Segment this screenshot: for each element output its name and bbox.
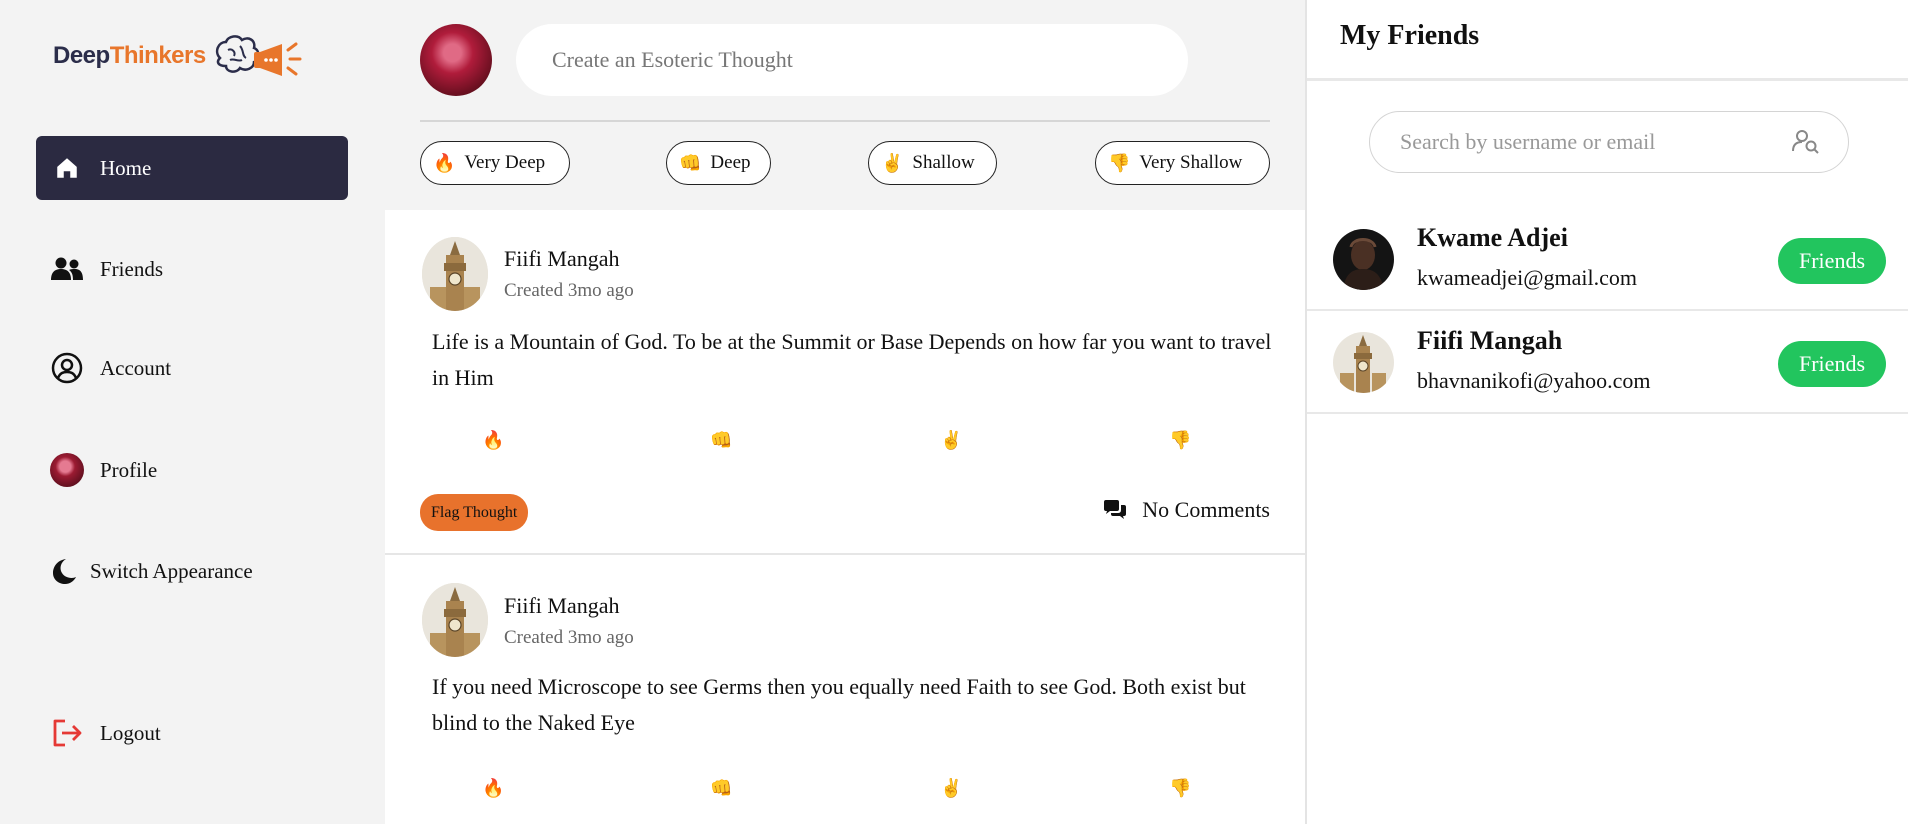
divider [420,120,1270,122]
avatar[interactable] [420,24,492,96]
comments-link[interactable]: No Comments [1102,497,1270,523]
friend-search [1369,111,1849,173]
post-author[interactable]: Fiifi Mangah [504,246,620,272]
friend-row: Fiifi Mangah bhavnanikofi@yahoo.com Frie… [1307,311,1908,414]
logout-button[interactable]: Logout [36,701,348,765]
thumbs-down-icon: 👎 [1108,152,1131,174]
filter-shallow-button[interactable]: ✌️ Shallow [868,141,997,185]
users-icon [50,252,84,286]
post-body: If you need Microscope to see Germs then… [432,674,1246,735]
post-author[interactable]: Fiifi Mangah [504,593,620,619]
composer: 🔥 Very Deep 👊 Deep ✌️ Shallow 👎 Very Sha… [385,0,1305,210]
thought-input[interactable] [516,24,1188,96]
logo-text: DeepThinkers [53,42,206,69]
sidebar-item-label: Switch Appearance [90,558,253,583]
filter-very-deep-button[interactable]: 🔥 Very Deep [420,141,570,185]
avatar[interactable] [1333,229,1394,290]
victory-hand-icon: ✌️ [881,152,904,174]
sidebar-item-switch-appearance[interactable]: Switch Appearance [36,539,348,603]
comments-label: No Comments [1142,497,1270,522]
friends-panel: My Friends Kwame Adjei kwameadjei@gmail.… [1305,0,1908,824]
avatar [50,453,84,487]
fire-icon: 🔥 [433,152,456,174]
friend-email: kwameadjei@gmail.com [1417,265,1638,290]
fist-icon: 👊 [679,152,702,174]
moon-icon [46,554,80,588]
post-body: Life is a Mountain of God. To be at the … [432,329,1272,390]
divider [1307,78,1908,81]
friend-email: bhavnanikofi@yahoo.com [1417,368,1651,393]
react-very-shallow-button[interactable]: 👎 [1169,778,1191,799]
post-timestamp: Created 3mo ago [504,627,634,648]
avatar[interactable] [1333,332,1394,393]
home-icon [50,151,84,185]
react-very-deep-button[interactable]: 🔥 [482,430,504,451]
friend-row: Kwame Adjei kwameadjei@gmail.com Friends [1307,208,1908,311]
friends-status-button[interactable]: Friends [1778,238,1886,284]
friends-status-button[interactable]: Friends [1778,341,1886,387]
react-very-shallow-button[interactable]: 👎 [1169,430,1191,451]
post-timestamp: Created 3mo ago [504,280,634,301]
react-shallow-button[interactable]: ✌️ [940,430,962,451]
react-shallow-button[interactable]: ✌️ [940,778,962,799]
sidebar-item-account[interactable]: Account [36,336,348,400]
brain-megaphone-icon [215,35,302,76]
sidebar-item-label: Profile [100,457,158,482]
filter-deep-button[interactable]: 👊 Deep [666,141,771,185]
friend-name[interactable]: Kwame Adjei [1417,223,1568,253]
filter-label: Very Shallow [1139,152,1243,173]
panel-title: My Friends [1340,20,1480,51]
friend-name[interactable]: Fiifi Mangah [1417,326,1562,356]
filter-label: Very Deep [464,152,546,173]
comments-icon [1102,499,1128,521]
sidebar: DeepThinkers Home Friends Account Profil… [0,0,385,824]
sidebar-item-friends[interactable]: Friends [36,237,348,301]
filter-label: Shallow [912,152,975,173]
sidebar-item-label: Account [100,355,172,380]
post-card: Fiifi Mangah Created 3mo ago If you need… [385,557,1305,824]
sidebar-item-label: Home [100,155,152,180]
react-deep-button[interactable]: 👊 [710,430,732,451]
sidebar-item-label: Friends [100,256,163,281]
logo[interactable]: DeepThinkers [53,28,328,84]
react-deep-button[interactable]: 👊 [710,778,732,799]
logout-label: Logout [100,720,161,745]
post-card: Fiifi Mangah Created 3mo ago Life is a M… [385,210,1305,555]
sidebar-item-home[interactable]: Home [36,136,348,200]
sidebar-item-profile[interactable]: Profile [36,438,348,502]
filter-very-shallow-button[interactable]: 👎 Very Shallow [1095,141,1270,185]
user-circle-icon [50,351,84,385]
user-search-icon[interactable] [1792,129,1820,155]
flag-thought-button[interactable]: Flag Thought [420,494,529,531]
avatar[interactable] [422,583,488,657]
logout-icon [50,716,84,750]
search-input[interactable] [1370,112,1790,171]
feed: 🔥 Very Deep 👊 Deep ✌️ Shallow 👎 Very Sha… [385,0,1305,824]
react-very-deep-button[interactable]: 🔥 [482,778,504,799]
filter-label: Deep [710,152,751,173]
avatar[interactable] [422,237,488,311]
